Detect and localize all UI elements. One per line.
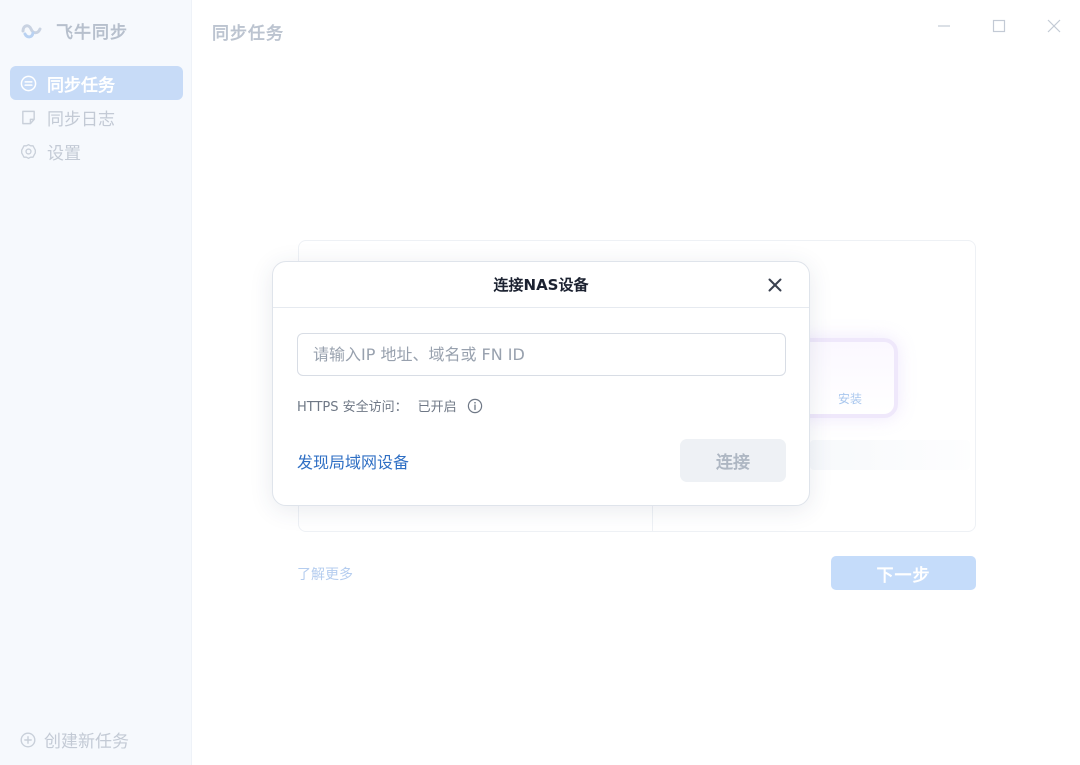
log-note-icon: [22, 110, 35, 124]
wizard-card-divider: [652, 505, 653, 531]
sync-list-icon: [20, 75, 37, 91]
https-label: HTTPS 安全访问：: [297, 400, 408, 415]
https-status: 已开启: [417, 400, 457, 415]
app-name: 飞牛同步: [56, 23, 128, 43]
app-logo-icon: [21, 23, 42, 38]
preview-placeholder-bar: [810, 440, 970, 470]
dialog-header: 连接NAS设备: [273, 262, 809, 308]
dialog-title: 连接NAS设备: [493, 276, 589, 294]
learn-more-link[interactable]: 了解更多: [297, 564, 353, 584]
minimize-button[interactable]: [932, 14, 956, 38]
close-icon: [1047, 19, 1061, 33]
plus-circle-icon: [20, 731, 36, 748]
info-icon[interactable]: [467, 398, 483, 414]
minimize-icon: [938, 25, 950, 27]
app-brand: 飞牛同步: [20, 18, 128, 43]
sidebar-nav: 同步任务 同步日志 设置: [10, 66, 183, 168]
window-close-button[interactable]: [1042, 14, 1066, 38]
connect-button[interactable]: 连接: [680, 439, 786, 482]
sidebar-item-sync-tasks[interactable]: 同步任务: [10, 66, 183, 100]
nas-address-input[interactable]: [297, 333, 786, 376]
close-icon: [768, 278, 782, 292]
sidebar-item-settings[interactable]: 设置: [10, 134, 183, 168]
https-status-row: HTTPS 安全访问： 已开启: [297, 396, 483, 415]
discover-lan-devices-link[interactable]: 发现局域网设备: [297, 449, 409, 473]
gear-icon: [21, 143, 36, 159]
next-step-button[interactable]: 下一步: [831, 556, 976, 590]
create-task-button[interactable]: 创建新任务: [20, 727, 129, 752]
create-task-label: 创建新任务: [44, 732, 129, 752]
sidebar-item-label: 同步日志: [47, 109, 115, 130]
maximize-icon: [992, 19, 1006, 33]
connect-nas-dialog: 连接NAS设备 HTTPS 安全访问： 已开启 发现局域网设备 连接: [272, 261, 810, 506]
sidebar-item-sync-log[interactable]: 同步日志: [10, 100, 183, 134]
maximize-button[interactable]: [987, 14, 1011, 38]
sidebar-item-label: 同步任务: [47, 75, 115, 96]
dialog-close-button[interactable]: [765, 275, 785, 295]
install-label: 安装: [838, 392, 863, 406]
sidebar-item-label: 设置: [47, 143, 81, 164]
page-title: 同步任务: [212, 24, 284, 44]
sidebar: 飞牛同步 同步任务 同步日志 设置 创建新任务: [0, 0, 192, 765]
